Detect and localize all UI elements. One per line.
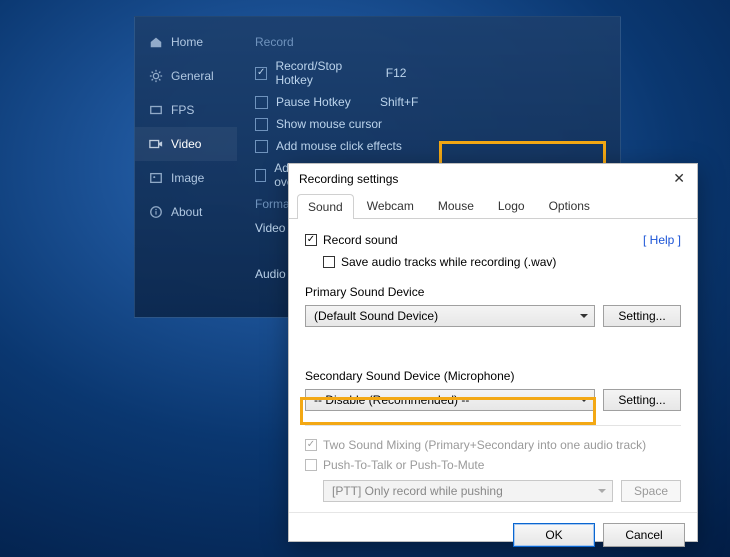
checkbox-two-sound-mixing: Two Sound Mixing (Primary+Secondary into…	[305, 438, 646, 452]
sidebar-item-general[interactable]: General	[135, 59, 237, 93]
row-label: Show mouse cursor	[276, 117, 382, 131]
section-record-title: Record	[255, 35, 500, 49]
checkbox-label: Push-To-Talk or Push-To-Mute	[323, 458, 484, 472]
help-link[interactable]: [ Help ]	[643, 233, 681, 247]
sidebar-item-home[interactable]: Home	[135, 25, 237, 59]
sidebar: Home General FPS Video Image About	[135, 17, 237, 317]
checkbox-icon	[305, 439, 317, 451]
sidebar-item-label: Image	[171, 171, 204, 185]
cancel-button[interactable]: Cancel	[603, 523, 685, 547]
sidebar-item-image[interactable]: Image	[135, 161, 237, 195]
separator	[305, 425, 681, 426]
secondary-setting-button[interactable]: Setting...	[603, 389, 681, 411]
tab-sound[interactable]: Sound	[297, 194, 354, 219]
label-primary-device: Primary Sound Device	[305, 285, 681, 299]
row-show-cursor: Show mouse cursor	[255, 117, 500, 131]
sidebar-item-fps[interactable]: FPS	[135, 93, 237, 127]
dialog-tabs: Sound Webcam Mouse Logo Options	[289, 193, 697, 219]
dialog-titlebar: Recording settings ✕	[289, 164, 697, 193]
sidebar-item-about[interactable]: About	[135, 195, 237, 229]
info-icon	[149, 205, 163, 219]
checkbox-click-effects[interactable]	[255, 140, 268, 153]
sidebar-item-label: FPS	[171, 103, 194, 117]
row-value: F12	[386, 66, 500, 80]
select-value: (Default Sound Device)	[314, 309, 438, 323]
select-primary-device[interactable]: (Default Sound Device)	[305, 305, 595, 327]
checkbox-icon	[305, 234, 317, 246]
tab-logo[interactable]: Logo	[487, 193, 536, 218]
sidebar-item-label: Home	[171, 35, 203, 49]
home-icon	[149, 35, 163, 49]
select-ptt-mode: [PTT] Only record while pushing	[323, 480, 613, 502]
label-secondary-device: Secondary Sound Device (Microphone)	[305, 369, 681, 383]
select-value: -- Disable (Recommended) --	[314, 393, 469, 407]
row-pause-hotkey: Pause Hotkey Shift+F	[255, 95, 500, 109]
select-value: [PTT] Only record while pushing	[332, 484, 503, 498]
sidebar-item-label: About	[171, 205, 202, 219]
row-click-effects: Add mouse click effects	[255, 139, 500, 153]
checkbox-show-cursor[interactable]	[255, 118, 268, 131]
primary-setting-button[interactable]: Setting...	[603, 305, 681, 327]
row-label: Record/Stop Hotkey	[275, 59, 377, 87]
ptt-hotkey-field: Space	[621, 480, 681, 502]
image-icon	[149, 171, 163, 185]
checkbox-label: Two Sound Mixing (Primary+Secondary into…	[323, 438, 646, 452]
ok-button[interactable]: OK	[513, 523, 595, 547]
fps-icon	[149, 103, 163, 117]
recording-settings-dialog: Recording settings ✕ Sound Webcam Mouse …	[288, 163, 698, 542]
row-value: Shift+F	[380, 95, 500, 109]
tab-panel-sound: Record sound [ Help ] Save audio tracks …	[289, 219, 697, 512]
checkbox-icon	[305, 459, 317, 471]
checkbox-push-to-talk: Push-To-Talk or Push-To-Mute	[305, 458, 484, 472]
row-label: Add mouse click effects	[276, 139, 402, 153]
sidebar-item-video[interactable]: Video	[135, 127, 237, 161]
sidebar-item-label: Video	[171, 137, 201, 151]
row-label: Pause Hotkey	[276, 95, 351, 109]
sidebar-item-label: General	[171, 69, 214, 83]
checkbox-record-sound[interactable]: Record sound	[305, 233, 398, 247]
checkbox-label: Save audio tracks while recording (.wav)	[341, 255, 556, 269]
gear-icon	[149, 69, 163, 83]
checkbox-record-hotkey[interactable]	[255, 67, 267, 80]
checkbox-label: Record sound	[323, 233, 398, 247]
tab-options[interactable]: Options	[538, 193, 601, 218]
video-icon	[149, 137, 163, 151]
tab-webcam[interactable]: Webcam	[356, 193, 425, 218]
checkbox-icon	[323, 256, 335, 268]
checkbox-save-audio-tracks[interactable]: Save audio tracks while recording (.wav)	[323, 255, 556, 269]
select-secondary-device[interactable]: -- Disable (Recommended) --	[305, 389, 595, 411]
checkbox-pause-hotkey[interactable]	[255, 96, 268, 109]
row-record-hotkey: Record/Stop Hotkey F12	[255, 59, 500, 87]
close-icon[interactable]: ✕	[669, 170, 689, 187]
checkbox-webcam-overlay[interactable]	[255, 169, 266, 182]
dialog-footer: OK Cancel	[289, 512, 697, 557]
dialog-title: Recording settings	[299, 172, 398, 186]
tab-mouse[interactable]: Mouse	[427, 193, 485, 218]
